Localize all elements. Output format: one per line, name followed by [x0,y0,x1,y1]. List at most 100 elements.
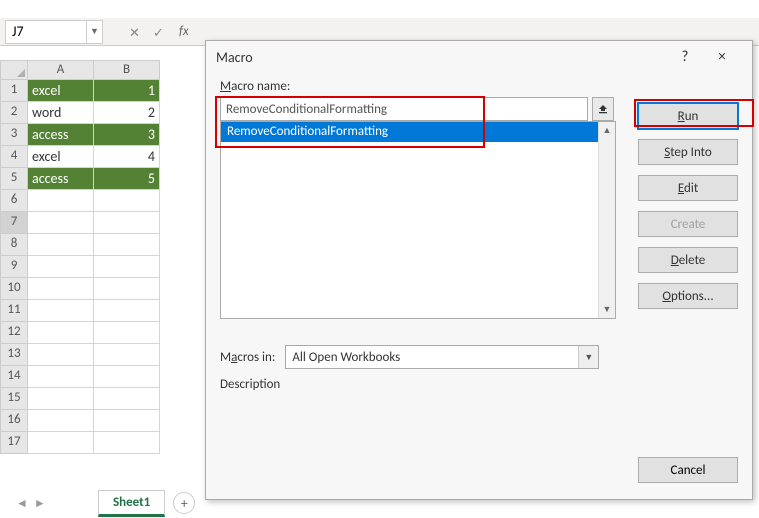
scroll-down-icon[interactable]: ▼ [599,301,615,318]
edit-button[interactable]: Edit [638,175,738,201]
name-box[interactable] [5,20,87,44]
dialog-title: Macro [216,49,253,66]
table-row: 8 [0,234,160,256]
cell[interactable]: 3 [94,124,160,146]
cell[interactable]: word [28,102,94,124]
cell[interactable] [28,234,94,256]
chevron-right-icon[interactable]: ► [34,496,46,511]
list-item[interactable]: RemoveConditionalFormatting [221,122,615,142]
cell[interactable] [28,410,94,432]
combo-value: All Open Workbooks [292,350,400,365]
close-icon[interactable]: × [702,48,742,66]
add-sheet-button[interactable]: + [173,492,195,514]
cell[interactable]: excel [28,80,94,102]
table-row: 3access3 [0,124,160,146]
enter-icon[interactable]: ✓ [153,26,165,38]
table-row: 9 [0,256,160,278]
cell[interactable] [28,388,94,410]
cell[interactable] [28,322,94,344]
cell[interactable] [94,190,160,212]
row-header[interactable]: 4 [0,146,28,168]
row-header[interactable]: 16 [0,410,28,432]
cell[interactable]: 5 [94,168,160,190]
cell[interactable] [94,212,160,234]
row-header[interactable]: 3 [0,124,28,146]
cancel-icon[interactable]: ✕ [129,26,141,38]
sheet-tabs: ◄ ► Sheet1 + [16,490,195,516]
row-header[interactable]: 2 [0,102,28,124]
cell[interactable]: access [28,168,94,190]
cell[interactable] [28,432,94,454]
row-header[interactable]: 1 [0,80,28,102]
macro-name-input[interactable] [220,97,588,121]
row-header[interactable]: 8 [0,234,28,256]
row-header[interactable]: 9 [0,256,28,278]
dialog-buttons: Run Step Into Edit Create Delete Options… [638,103,738,309]
help-button[interactable]: ? [668,48,702,66]
scroll-up-icon[interactable]: ▲ [599,122,615,139]
cell[interactable] [28,212,94,234]
table-row: 5access5 [0,168,160,190]
table-row: 13 [0,344,160,366]
formula-bar-buttons: ✕ ✓ [103,26,171,38]
cell[interactable] [94,432,160,454]
run-button[interactable]: Run [638,103,738,129]
select-all-triangle[interactable] [0,60,28,80]
cell[interactable] [94,388,160,410]
macro-name-label: Macro name: [220,79,738,94]
up-arrow-box-icon [597,103,609,115]
row-header[interactable]: 12 [0,322,28,344]
table-row: 4excel4 [0,146,160,168]
row-header[interactable]: 5 [0,168,28,190]
cell[interactable] [94,366,160,388]
cell[interactable] [94,410,160,432]
cell[interactable]: 1 [94,80,160,102]
table-row: 1excel1 [0,80,160,102]
dialog-body: Macro name: RemoveConditionalFormatting … [206,73,752,499]
row-header[interactable]: 6 [0,190,28,212]
fx-label[interactable]: fx [179,24,189,39]
table-row: 12 [0,322,160,344]
goto-macro-button[interactable] [592,97,614,121]
cell[interactable] [28,256,94,278]
cell[interactable]: access [28,124,94,146]
row-header[interactable]: 13 [0,344,28,366]
row-header[interactable]: 14 [0,366,28,388]
chevron-left-icon[interactable]: ◄ [16,496,28,511]
column-header[interactable]: B [94,60,160,80]
table-row: 11 [0,300,160,322]
cancel-button[interactable]: Cancel [638,457,738,483]
cell[interactable]: 2 [94,102,160,124]
sheet-tab-active[interactable]: Sheet1 [98,490,165,517]
cell[interactable] [28,300,94,322]
row-header[interactable]: 7 [0,212,28,234]
name-box-dropdown[interactable]: ▼ [87,20,103,44]
cell[interactable] [28,190,94,212]
cell[interactable]: excel [28,146,94,168]
chevron-down-icon[interactable]: ▼ [578,346,598,368]
cell[interactable] [94,234,160,256]
tab-nav[interactable]: ◄ ► [16,496,96,511]
delete-button[interactable]: Delete [638,247,738,273]
row-header[interactable]: 10 [0,278,28,300]
cell[interactable] [94,278,160,300]
cell[interactable] [28,344,94,366]
description-label: Description [220,377,738,392]
row-header[interactable]: 11 [0,300,28,322]
column-header[interactable]: A [28,60,94,80]
cell[interactable] [94,300,160,322]
cell[interactable] [94,344,160,366]
cell[interactable] [28,278,94,300]
step-into-button[interactable]: Step Into [638,139,738,165]
cell[interactable] [28,366,94,388]
cell[interactable]: 4 [94,146,160,168]
macros-in-combo[interactable]: All Open Workbooks ▼ [285,345,599,369]
cell[interactable] [94,256,160,278]
row-header[interactable]: 17 [0,432,28,454]
row-header[interactable]: 15 [0,388,28,410]
options-button[interactable]: Options... [638,283,738,309]
macro-dialog: Macro ? × Macro name: RemoveConditionalF… [205,40,753,500]
scrollbar[interactable]: ▲ ▼ [598,122,615,318]
macro-list[interactable]: RemoveConditionalFormatting ▲ ▼ [220,121,616,319]
cell[interactable] [94,322,160,344]
